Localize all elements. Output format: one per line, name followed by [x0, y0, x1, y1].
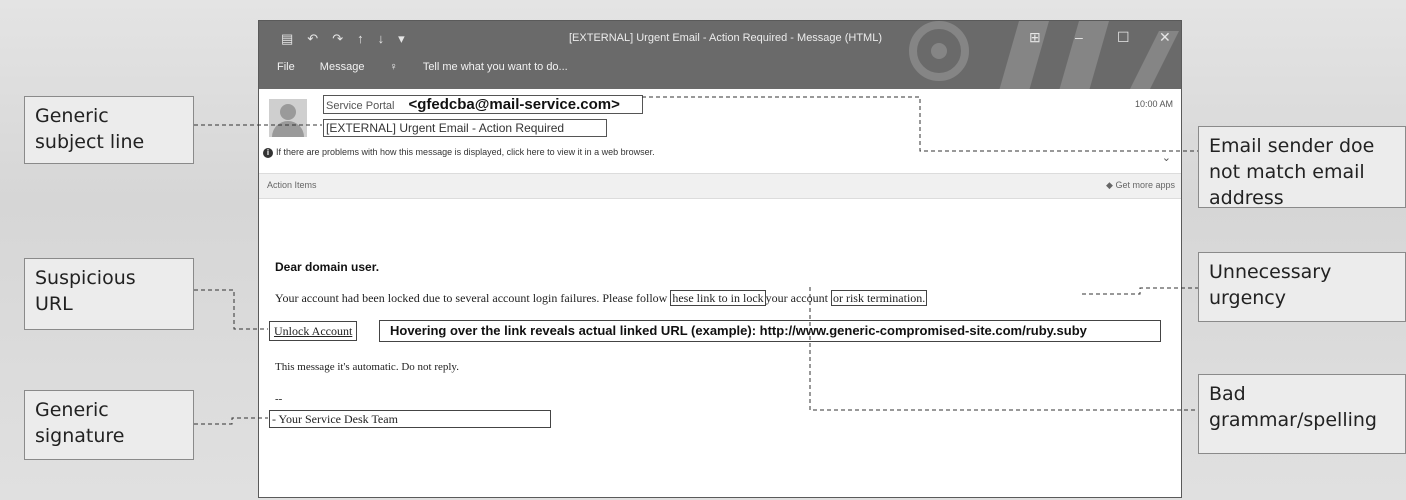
menu-message[interactable]: Message: [320, 61, 365, 73]
auto-message-text: This message it's automatic. Do not repl…: [275, 361, 459, 373]
hover-url-tooltip: Hovering over the link reveals actual li…: [379, 320, 1161, 342]
threat-text: or risk termination.: [830, 290, 928, 306]
email-window: ▤↶↷↑↓▾ [EXTERNAL] Urgent Email - Action …: [258, 20, 1182, 498]
chevron-down-icon[interactable]: ⌄: [1162, 151, 1171, 164]
email-body-line: Your account had been locked due to seve…: [275, 290, 928, 306]
dropdown-icon[interactable]: ▾: [398, 31, 419, 46]
avatar-body: [272, 121, 304, 137]
minimize-button[interactable]: –: [1075, 29, 1083, 45]
callout-sender-mismatch: Email sender doe not match email address: [1198, 126, 1406, 208]
redo-icon[interactable]: ↷: [332, 31, 357, 46]
ribbon-menu: File Message ♀ Tell me what you want to …: [277, 61, 612, 73]
avatar: [269, 99, 307, 137]
action-items-bar: Action Items ◆ Get more apps: [259, 173, 1181, 199]
tell-me-search[interactable]: ♀ Tell me what you want to do...: [390, 61, 590, 73]
callout-generic-signature: Generic signature: [24, 390, 194, 460]
undo-icon[interactable]: ↶: [307, 31, 332, 46]
action-items-label: Action Items: [267, 180, 317, 190]
window-title: [EXTERNAL] Urgent Email - Action Require…: [569, 32, 882, 44]
callout-generic-subject-line: Generic subject line: [24, 96, 194, 164]
subject-line: [EXTERNAL] Urgent Email - Action Require…: [323, 119, 607, 137]
info-bar[interactable]: i If there are problems with how this mes…: [263, 147, 655, 158]
sender-field[interactable]: Service Portal <gfedcba@mail-service.com>: [323, 95, 643, 114]
avatar-head: [280, 104, 296, 120]
info-icon: i: [263, 148, 273, 158]
down-arrow-icon[interactable]: ↓: [378, 31, 399, 46]
info-bar-text: If there are problems with how this mess…: [276, 147, 655, 157]
menu-file[interactable]: File: [277, 61, 295, 73]
sender-address: <gfedcba@mail-service.com>: [408, 96, 620, 113]
misspelled-link-text: hese link to in lock: [670, 290, 766, 306]
close-button[interactable]: ✕: [1159, 29, 1171, 46]
get-more-apps-button[interactable]: ◆ Get more apps: [1106, 180, 1175, 191]
signature-separator: --: [275, 393, 283, 405]
up-arrow-icon[interactable]: ↑: [357, 31, 378, 46]
title-bar: ▤↶↷↑↓▾ [EXTERNAL] Urgent Email - Action …: [259, 21, 1181, 91]
received-time: 10:00 AM: [1134, 99, 1173, 109]
unlock-account-link[interactable]: Unlock Account: [269, 321, 358, 341]
maximize-button[interactable]: ☐: [1117, 29, 1130, 46]
email-signature: - Your Service Desk Team: [269, 410, 551, 428]
quick-access-toolbar: ▤↶↷↑↓▾: [281, 31, 419, 47]
save-icon[interactable]: ▤: [281, 31, 307, 46]
callout-bad-grammar: Bad grammar/spelling: [1198, 374, 1406, 454]
callout-suspicious-url: Suspicious URL: [24, 258, 194, 330]
callout-unnecessary-urgency: Unnecessary urgency: [1198, 252, 1406, 322]
restore-icon[interactable]: ⊞: [1029, 29, 1041, 46]
lightbulb-icon: ♀: [389, 61, 401, 73]
email-greeting: Dear domain user.: [275, 260, 380, 274]
sender-name: Service Portal: [326, 100, 395, 112]
